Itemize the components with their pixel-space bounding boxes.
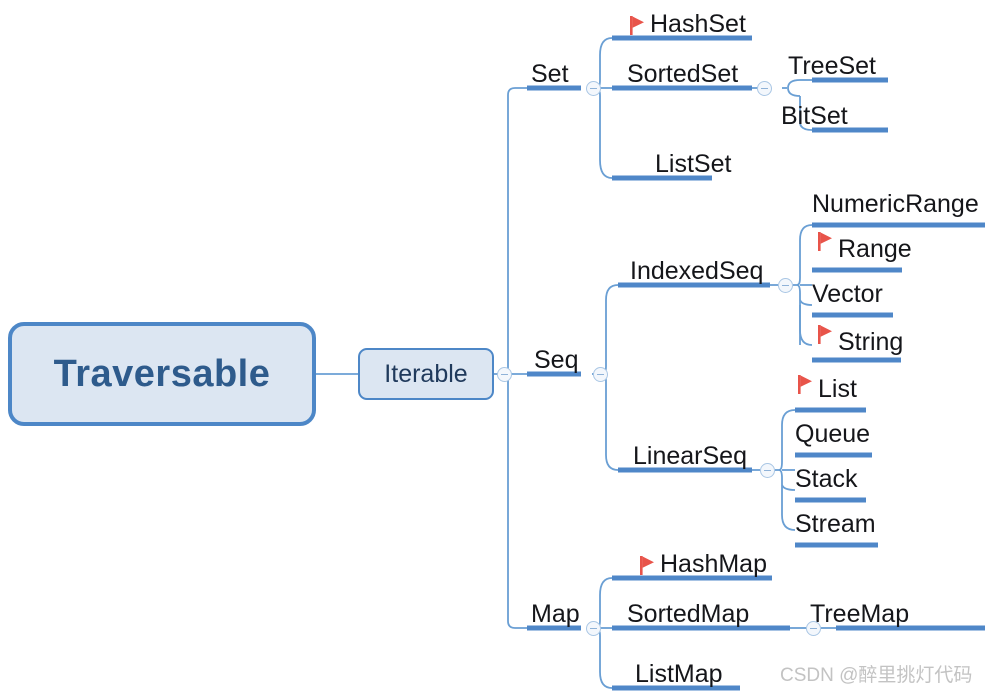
topic-queue[interactable]: Queue [795, 422, 870, 447]
topic-linearseq[interactable]: LinearSeq [633, 444, 747, 469]
topic-seq[interactable]: Seq [534, 348, 578, 373]
topic-range-label: Range [838, 235, 912, 263]
topic-range[interactable]: Range [838, 237, 912, 262]
collapse-toggle-seq[interactable] [593, 367, 608, 382]
topic-sortedmap[interactable]: SortedMap [627, 602, 749, 627]
topic-numericrange-label: NumericRange [812, 190, 979, 218]
topic-treeset[interactable]: TreeSet [788, 54, 876, 79]
topic-listmap[interactable]: ListMap [635, 662, 723, 687]
collapse-toggle-indexedseq[interactable] [778, 278, 793, 293]
topic-bitset[interactable]: BitSet [781, 104, 848, 129]
topic-set[interactable]: Set [531, 62, 569, 87]
collapse-toggle-sortedmap[interactable] [806, 621, 821, 636]
watermark: CSDN @醉里挑灯代码 [780, 665, 973, 686]
topic-indexedseq-label: IndexedSeq [630, 257, 764, 285]
root-node-label: Traversable [53, 352, 271, 395]
topic-listset-label: ListSet [655, 150, 732, 178]
collapse-toggle-sortedset[interactable] [757, 81, 772, 96]
topic-vector-label: Vector [812, 280, 883, 308]
topic-stream-label: Stream [795, 510, 876, 538]
topic-string-label: String [838, 328, 904, 356]
topic-map-label: Map [531, 600, 580, 628]
topic-queue-label: Queue [795, 420, 871, 448]
topic-treeset-label: TreeSet [788, 52, 877, 80]
topic-map[interactable]: Map [531, 602, 580, 627]
topic-indexedseq[interactable]: IndexedSeq [630, 259, 763, 284]
topic-listset[interactable]: ListSet [655, 152, 731, 177]
mindmap-canvas: Traversable Iterable Set HashSet SortedS… [0, 0, 985, 693]
collapse-toggle-set[interactable] [586, 81, 601, 96]
collapse-toggle-iterable[interactable] [497, 367, 512, 382]
topic-list-label: List [818, 375, 857, 403]
topic-vector[interactable]: Vector [812, 282, 883, 307]
topic-treemap-label: TreeMap [810, 600, 910, 628]
topic-list[interactable]: List [818, 377, 857, 402]
topic-hashmap-label: HashMap [660, 550, 767, 578]
topic-sortedset[interactable]: SortedSet [627, 62, 738, 87]
topic-sortedset-label: SortedSet [627, 60, 739, 88]
node-iterable[interactable]: Iterable [358, 348, 494, 400]
topic-hashmap[interactable]: HashMap [660, 552, 767, 577]
topic-hashset-label: HashSet [650, 10, 746, 38]
topic-stream[interactable]: Stream [795, 512, 876, 537]
root-node[interactable]: Traversable [8, 322, 316, 426]
topic-linearseq-label: LinearSeq [633, 442, 747, 470]
node-iterable-label: Iterable [384, 359, 468, 388]
collapse-toggle-linearseq[interactable] [760, 463, 775, 478]
topic-stack[interactable]: Stack [795, 467, 858, 492]
topic-hashset[interactable]: HashSet [650, 12, 746, 37]
topic-treemap[interactable]: TreeMap [810, 602, 909, 627]
topic-set-label: Set [531, 60, 569, 88]
topic-seq-label: Seq [534, 346, 579, 374]
topic-numericrange[interactable]: NumericRange [812, 192, 979, 217]
collapse-toggle-map[interactable] [586, 621, 601, 636]
topic-sortedmap-label: SortedMap [627, 600, 750, 628]
topic-string[interactable]: String [838, 330, 903, 355]
topic-listmap-label: ListMap [635, 660, 723, 688]
topic-bitset-label: BitSet [781, 102, 848, 130]
topic-stack-label: Stack [795, 465, 858, 493]
